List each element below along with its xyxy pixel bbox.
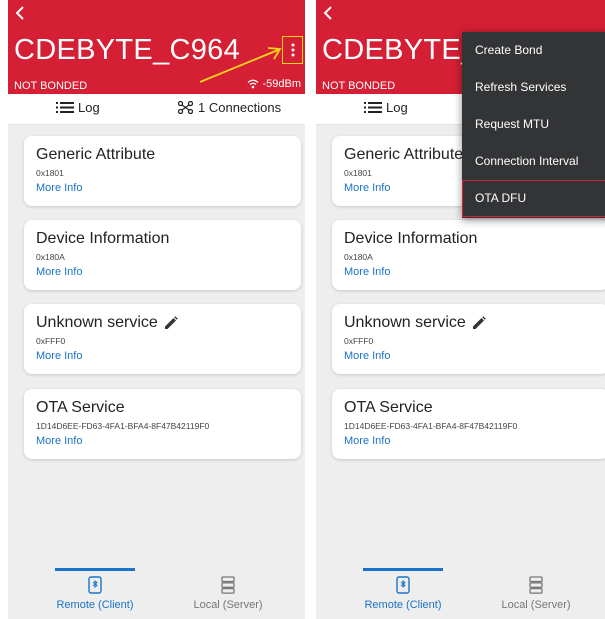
- service-name: Generic Attribute: [344, 146, 464, 163]
- app-header: CDEBYTE_C964 NOT BONDED -59dBm: [8, 0, 305, 94]
- log-label: Log: [386, 100, 408, 115]
- service-name: Unknown service: [36, 314, 178, 332]
- service-card[interactable]: Unknown service 0xFFF0 More Info: [332, 304, 605, 374]
- menu-item-request-mtu[interactable]: Request MTU: [462, 106, 605, 143]
- service-card[interactable]: OTA Service 1D14D6EE-FD63-4FA1-BFA4-8F47…: [24, 389, 301, 459]
- menu-item-create-bond[interactable]: Create Bond: [462, 32, 605, 69]
- service-name: Device Information: [36, 230, 170, 247]
- more-info-link[interactable]: More Info: [36, 435, 82, 447]
- local-server-label: Local (Server): [193, 599, 263, 611]
- service-uuid: 0x180A: [344, 252, 373, 262]
- service-uuid: 0x180A: [36, 252, 65, 262]
- log-label: Log: [78, 100, 100, 115]
- more-vert-icon: [291, 43, 294, 57]
- remote-client-tab[interactable]: Remote (Client): [53, 576, 137, 611]
- service-uuid: 1D14D6EE-FD63-4FA1-BFA4-8F47B42119F0: [344, 421, 518, 431]
- bond-status: NOT BONDED: [14, 80, 88, 92]
- connections-button[interactable]: 1 Connections: [178, 100, 281, 115]
- more-info-link[interactable]: More Info: [36, 182, 82, 194]
- more-info-link[interactable]: More Info: [36, 266, 82, 278]
- service-card[interactable]: Device Information 0x180A More Info: [24, 220, 301, 290]
- service-name: OTA Service: [344, 399, 433, 416]
- edit-pencil-icon[interactable]: [472, 316, 486, 330]
- menu-item-connection-interval[interactable]: Connection Interval: [462, 143, 605, 180]
- phone-screen-right: CDEBYTE_ NOT BONDED Log Generic Attribut…: [316, 0, 605, 619]
- annotation-arrow: [199, 47, 282, 83]
- more-info-link[interactable]: More Info: [344, 350, 390, 362]
- more-info-link[interactable]: More Info: [36, 350, 82, 362]
- menu-item-ota-dfu[interactable]: OTA DFU: [462, 180, 605, 217]
- remote-client-label: Remote (Client): [56, 599, 134, 611]
- back-arrow-icon[interactable]: [12, 4, 30, 22]
- connections-icon: [178, 101, 193, 114]
- tab-bar: Log 1 Connections: [8, 94, 305, 125]
- overflow-menu: Create Bond Refresh Services Request MTU…: [462, 32, 605, 218]
- service-uuid: 1D14D6EE-FD63-4FA1-BFA4-8F47B42119F0: [36, 421, 210, 431]
- list-icon: [364, 102, 382, 113]
- service-card[interactable]: Unknown service 0xFFF0 More Info: [24, 304, 301, 374]
- log-button[interactable]: Log: [56, 100, 100, 115]
- service-uuid: 0xFFF0: [344, 336, 374, 346]
- bond-status: NOT BONDED: [322, 80, 396, 92]
- local-server-tab[interactable]: Local (Server): [183, 576, 273, 611]
- more-info-link[interactable]: More Info: [344, 435, 390, 447]
- service-card[interactable]: Generic Attribute 0x1801 More Info: [24, 136, 301, 206]
- phone-screen-left: CDEBYTE_C964 NOT BONDED -59dBm Log 1 Con…: [8, 0, 305, 619]
- remote-client-label: Remote (Client): [364, 599, 442, 611]
- service-card[interactable]: Device Information 0x180A More Info: [332, 220, 605, 290]
- device-name: CDEBYTE_: [322, 34, 478, 66]
- service-uuid: 0xFFF0: [36, 336, 66, 346]
- menu-item-refresh-services[interactable]: Refresh Services: [462, 69, 605, 106]
- remote-client-tab[interactable]: Remote (Client): [361, 576, 445, 611]
- server-icon: [529, 576, 543, 594]
- service-card[interactable]: OTA Service 1D14D6EE-FD63-4FA1-BFA4-8F47…: [332, 389, 605, 459]
- active-tab-indicator: [55, 568, 135, 571]
- service-name: Device Information: [344, 230, 478, 247]
- local-server-label: Local (Server): [501, 599, 571, 611]
- more-info-link[interactable]: More Info: [344, 266, 390, 278]
- service-name: Unknown service: [344, 314, 486, 332]
- back-arrow-icon[interactable]: [320, 4, 338, 22]
- bottom-navigation: Remote (Client) Local (Server): [8, 568, 305, 619]
- active-tab-indicator: [363, 568, 443, 571]
- overflow-menu-button[interactable]: [282, 36, 303, 64]
- log-button[interactable]: Log: [364, 100, 408, 115]
- local-server-tab[interactable]: Local (Server): [491, 576, 581, 611]
- service-name: Generic Attribute: [36, 146, 156, 163]
- service-uuid: 0x1801: [36, 168, 64, 178]
- more-info-link[interactable]: More Info: [344, 182, 390, 194]
- service-uuid: 0x1801: [344, 168, 372, 178]
- phone-icon: [88, 576, 102, 594]
- server-icon: [221, 576, 235, 594]
- connections-label: 1 Connections: [198, 100, 282, 115]
- service-name: OTA Service: [36, 399, 125, 416]
- list-icon: [56, 102, 74, 113]
- bottom-navigation: Remote (Client) Local (Server): [316, 568, 605, 619]
- edit-pencil-icon[interactable]: [164, 316, 178, 330]
- phone-icon: [396, 576, 410, 594]
